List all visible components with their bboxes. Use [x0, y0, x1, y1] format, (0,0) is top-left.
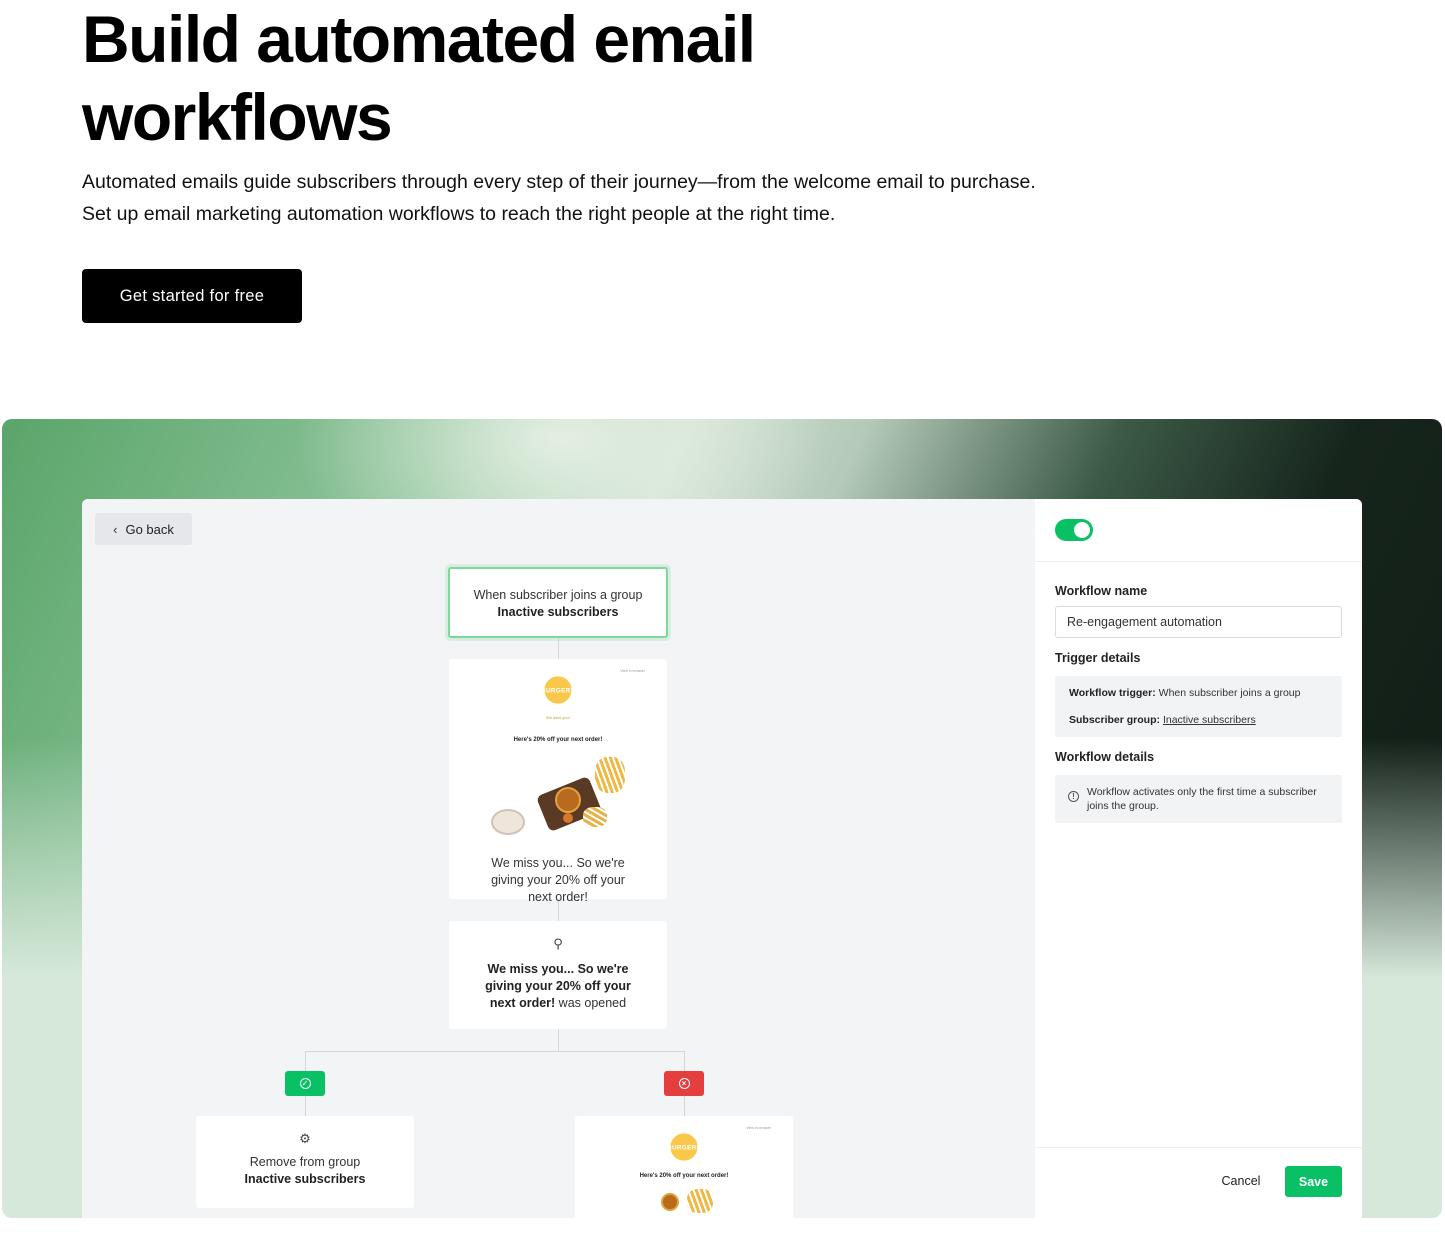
email-node[interactable]: View in browser BURGERS We miss you! Her…	[449, 659, 667, 904]
action-label: Remove from group	[249, 1155, 361, 1169]
trigger-value: When subscriber joins a group	[1158, 687, 1301, 699]
split-icon: ⚲	[553, 936, 563, 951]
connector-line	[305, 1096, 306, 1116]
connector-line	[558, 638, 559, 659]
connector-line	[305, 1051, 306, 1071]
condition-suffix: was opened	[558, 996, 627, 1010]
email-preview-tag: View in browser	[620, 669, 645, 673]
workflow-active-toggle[interactable]	[1055, 519, 1093, 541]
trigger-details-box: Workflow trigger: When subscriber joins …	[1055, 676, 1342, 737]
info-icon: !	[1068, 791, 1079, 802]
group-key: Subscriber group:	[1069, 714, 1161, 726]
connector-line	[558, 1029, 559, 1051]
hero-subtitle: Automated emails guide subscribers throu…	[82, 171, 1036, 225]
email-node-caption: We miss you... So we're giving your 20% …	[491, 856, 625, 904]
settings-panel: Workflow name Trigger details Workflow t…	[1035, 499, 1362, 1218]
workflow-name-label: Workflow name	[1055, 584, 1148, 598]
subscriber-group-link[interactable]: Inactive subscribers	[1163, 714, 1256, 726]
no-branch-badge: ×	[664, 1071, 704, 1096]
action-node[interactable]: ⚙ Remove from group Inactive subscribers	[196, 1116, 414, 1208]
gear-icon: ⚙	[299, 1131, 311, 1146]
email-preview-small: We miss you!	[546, 715, 570, 720]
workflow-name-input[interactable]	[1055, 606, 1342, 638]
workflow-details-note: Workflow activates only the first time a…	[1087, 786, 1317, 812]
yes-branch-badge: ✓	[285, 1071, 325, 1096]
workflow-canvas[interactable]: ‹ Go back When subscriber joins a group …	[82, 499, 1035, 1218]
trigger-node-group: Inactive subscribers	[497, 605, 619, 619]
divider	[1035, 1147, 1362, 1148]
action-node-text: Remove from group Inactive subscribers	[196, 1154, 414, 1188]
hero-title: Build automated email workflows	[82, 2, 756, 154]
workflow-details-label: Workflow details	[1055, 750, 1155, 764]
chevron-left-icon: ‹	[113, 521, 118, 537]
check-circle-icon: ✓	[299, 1078, 311, 1089]
email-preview-heading: Here's 20% off your next order!	[639, 1173, 729, 1179]
connector-line	[684, 1096, 685, 1116]
food-image	[490, 757, 626, 835]
x-circle-icon: ×	[678, 1078, 690, 1089]
get-started-button[interactable]: Get started for free	[82, 269, 302, 323]
divider	[1035, 561, 1362, 562]
connector-line	[684, 1051, 685, 1071]
burger-logo-icon: BURGERS	[667, 1133, 701, 1161]
burger-logo-icon: BURGERS	[541, 676, 575, 704]
cancel-button[interactable]: Cancel	[1213, 1165, 1269, 1197]
toggle-knob	[1074, 522, 1090, 538]
go-back-button[interactable]: ‹ Go back	[95, 513, 192, 545]
email-node-2[interactable]: View in browser BURGERS Here's 20% off y…	[575, 1116, 793, 1218]
email-preview-heading: Here's 20% off your next order!	[513, 737, 603, 743]
go-back-label: Go back	[125, 521, 174, 537]
condition-node-text: We miss you... So we're giving your 20% …	[449, 961, 667, 1012]
action-group: Inactive subscribers	[244, 1172, 366, 1186]
workflow-editor: ‹ Go back When subscriber joins a group …	[82, 499, 1362, 1218]
food-image	[617, 1189, 752, 1218]
email-preview-tag: View in browser	[746, 1126, 771, 1130]
workflow-details-box: ! Workflow activates only the first time…	[1055, 775, 1342, 823]
trigger-key: Workflow trigger:	[1069, 687, 1156, 699]
save-button[interactable]: Save	[1285, 1166, 1342, 1197]
trigger-details-label: Trigger details	[1055, 651, 1141, 665]
trigger-node[interactable]: When subscriber joins a group Inactive s…	[448, 567, 668, 638]
branch-line	[305, 1051, 685, 1052]
trigger-node-text: When subscriber joins a group	[473, 588, 643, 602]
condition-node[interactable]: ⚲ We miss you... So we're giving your 20…	[449, 921, 667, 1029]
product-showcase: ‹ Go back When subscriber joins a group …	[2, 419, 1442, 1218]
